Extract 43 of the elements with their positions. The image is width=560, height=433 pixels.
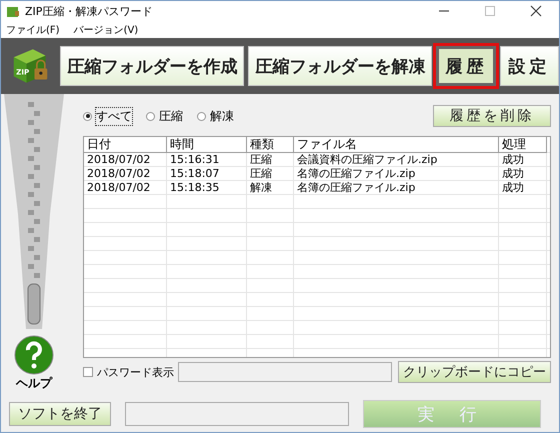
radio-button[interactable]	[83, 112, 92, 120]
tab[interactable]: 圧縮フォルダーを作成	[60, 46, 244, 86]
table-cell: 成功	[499, 167, 547, 181]
app-icon	[6, 4, 20, 18]
radio-button[interactable]	[197, 112, 206, 120]
column-header[interactable]: ファイル名	[294, 137, 499, 153]
tab[interactable]: 履歴	[436, 46, 496, 86]
table-cell: 圧縮	[247, 167, 294, 181]
help-icon[interactable]	[14, 335, 54, 375]
copy-button[interactable]: クリップボードにコピー	[398, 361, 551, 383]
menu-item[interactable]: バージョン(V)	[74, 22, 138, 36]
table-cell: 成功	[499, 153, 547, 167]
menu-item[interactable]: ファイル(F)	[6, 22, 60, 36]
table-cell: 名簿の圧縮ファイル.zip	[294, 181, 499, 195]
help-label: ヘルプ	[16, 375, 52, 392]
checkbox[interactable]	[83, 367, 93, 377]
radio-label: 圧縮	[159, 108, 183, 124]
table-cell: 2018/07/02	[84, 167, 167, 181]
column-header[interactable]: 処理	[499, 137, 547, 153]
status-field[interactable]	[125, 402, 349, 426]
column-header[interactable]: 時間	[167, 137, 247, 153]
table-cell: 解凍	[247, 181, 294, 195]
radio-label: すべて	[96, 108, 132, 124]
radio-label: 解凍	[210, 108, 234, 124]
table-cell: 15:18:35	[167, 181, 247, 195]
checkbox-label: パスワード表示	[97, 364, 174, 380]
password-field[interactable]	[178, 362, 392, 382]
table-cell: 会議資料の圧縮ファイル.zip	[294, 153, 499, 167]
table-cell: 圧縮	[247, 153, 294, 167]
tab[interactable]: 設定	[500, 46, 559, 86]
table-cell: 2018/07/02	[84, 153, 167, 167]
table-cell: 15:18:07	[167, 167, 247, 181]
window-title: ZIP圧縮・解凍パスワード	[25, 4, 154, 18]
table-cell: 名簿の圧縮ファイル.zip	[294, 167, 499, 181]
tab[interactable]: 圧縮フォルダーを解凍	[248, 46, 432, 86]
delete-history-button[interactable]: 履歴を削除	[433, 105, 551, 127]
exit-button[interactable]: ソフトを終了	[9, 402, 111, 426]
table-cell: 15:16:31	[167, 153, 247, 167]
table-cell: 2018/07/02	[84, 181, 167, 195]
radio-button[interactable]	[146, 112, 155, 120]
table-cell: 成功	[499, 181, 547, 195]
column-header[interactable]: 日付	[84, 137, 167, 153]
column-header[interactable]: 種類	[247, 137, 294, 153]
